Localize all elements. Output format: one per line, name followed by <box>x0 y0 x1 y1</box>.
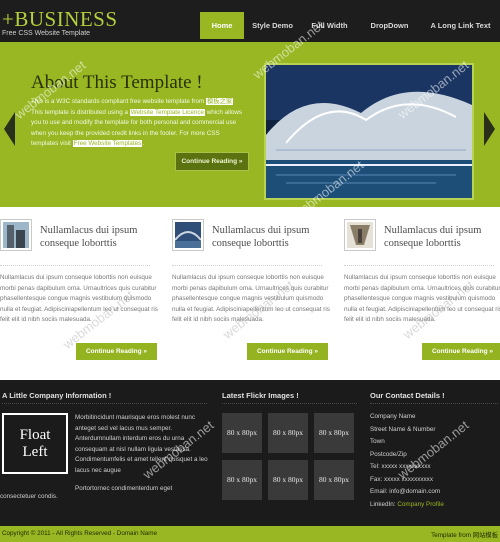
nav-item-full-width[interactable]: Full Width <box>301 12 358 39</box>
contact-email-label: Email: <box>370 488 390 495</box>
hero-link-templates[interactable]: Free Website Templates <box>72 140 143 147</box>
divider <box>172 265 322 266</box>
contact-town: Town <box>370 438 385 445</box>
contact-linkedin-link[interactable]: Company Profile <box>397 501 444 508</box>
hero-link-licence[interactable]: Website Template Licence <box>129 108 205 116</box>
feature-title: Nullamlacus dui ipsum conseque loborttis <box>212 225 310 249</box>
hero-text-part: This template is distributed using a <box>31 108 130 116</box>
site-logo[interactable]: +BUSINESS <box>2 8 118 30</box>
feature-text: Nullamlacus dui ipsum conseque loborttis… <box>0 274 158 324</box>
hero-link-site[interactable]: 模板之家 <box>205 98 234 105</box>
feature-title: Nullamlacus dui ipsum conseque loborttis <box>384 225 482 249</box>
template-credit[interactable]: Template from 网站模板 <box>431 530 498 539</box>
contact-linkedin: LinkedIn: Company Profile <box>370 501 444 508</box>
hero-text: This is a W3C standards compliant free w… <box>31 97 246 150</box>
bridge-photo <box>175 222 201 248</box>
flickr-image[interactable]: 80 x 80px <box>268 460 308 500</box>
footer-contact-heading: Our Contact Details ! <box>370 391 445 400</box>
feature-text: Nullamlacus dui ipsum conseque loborttis… <box>172 274 330 324</box>
float-label: Float <box>19 427 51 443</box>
copyright-bar: Copyright © 2011 - All Rights Reserved -… <box>0 526 500 542</box>
site-footer: A Little Company Information ! Float Lef… <box>0 380 500 542</box>
contact-fax: Fax: xxxxx xxxxxxxxxx <box>370 476 433 483</box>
footer-about-tail: consectetuer condis. <box>0 493 58 500</box>
slider-prev-button[interactable] <box>4 112 16 146</box>
divider <box>0 265 150 266</box>
hero-title: About This Template ! <box>31 72 203 93</box>
nav-item-long-link[interactable]: A Long Link Text <box>421 12 500 39</box>
feature-text: Nullamlacus dui ipsum conseque loborttis… <box>344 274 500 324</box>
copyright-text: Copyright © 2011 - All Rights Reserved -… <box>2 530 158 537</box>
footer-about-heading: A Little Company Information ! <box>2 391 112 400</box>
contact-email: Email: info@domain.com <box>370 488 440 495</box>
contact-linkedin-label: LinkedIn: <box>370 501 398 508</box>
site-tagline: Free CSS Website Template <box>2 30 91 37</box>
about-text-part: Portortornec condimenterdum eget <box>75 485 173 492</box>
hero-text-part: This is a W3C standards compliant free w… <box>31 98 206 105</box>
footer-flickr-heading: Latest Flickr Images ! <box>222 391 299 400</box>
hero-continue-button[interactable]: Continue Reading » <box>175 152 249 171</box>
contact-email-link[interactable]: info@domain.com <box>389 488 440 495</box>
feature-thumbnail <box>172 219 204 251</box>
flickr-image[interactable]: 80 x 80px <box>268 413 308 453</box>
contact-postcode: Postcode/Zip <box>370 451 407 458</box>
contact-tel: Tel: xxxxx xxxxxxxxxx <box>370 463 431 470</box>
contact-company: Company Name <box>370 413 416 420</box>
feature-thumbnail <box>344 219 376 251</box>
hero-slider: About This Template ! This is a W3C stan… <box>0 42 500 207</box>
hero-text-part: . <box>142 140 145 147</box>
slider-next-button[interactable] <box>483 112 495 146</box>
corridor-photo <box>347 222 373 248</box>
divider <box>222 403 357 404</box>
continue-reading-button[interactable]: Continue Reading » <box>422 343 500 360</box>
hero-image <box>264 63 474 200</box>
flickr-image[interactable]: 80 x 80px <box>222 413 262 453</box>
divider <box>2 403 207 404</box>
about-text-part: Morbitincidunt maurisque eros molest nun… <box>75 414 208 474</box>
chevron-right-icon <box>484 112 495 146</box>
architecture-photo <box>266 65 472 198</box>
divider <box>370 403 498 404</box>
continue-reading-button[interactable]: Continue Reading » <box>247 343 328 360</box>
contact-street: Street Name & Number <box>370 426 436 433</box>
feature-title: Nullamlacus dui ipsum conseque loborttis <box>40 225 138 249</box>
flickr-image[interactable]: 80 x 80px <box>314 460 354 500</box>
float-label: Left <box>22 444 48 460</box>
nav-item-home[interactable]: Home <box>200 12 244 39</box>
chevron-left-icon <box>4 112 15 146</box>
nav-item-dropdown[interactable]: DropDown <box>358 12 421 39</box>
float-left-image: Float Left <box>2 413 68 474</box>
continue-reading-button[interactable]: Continue Reading » <box>76 343 157 360</box>
site-header: +BUSINESS Free CSS Website Template Home… <box>0 0 500 42</box>
building-photo <box>3 222 29 248</box>
nav-item-style-demo[interactable]: Style Demo <box>244 12 301 39</box>
flickr-image[interactable]: 80 x 80px <box>314 413 354 453</box>
divider <box>344 265 494 266</box>
flickr-image[interactable]: 80 x 80px <box>222 460 262 500</box>
feature-thumbnail <box>0 219 32 251</box>
footer-about-text: Morbitincidunt maurisque eros molest nun… <box>75 413 215 495</box>
